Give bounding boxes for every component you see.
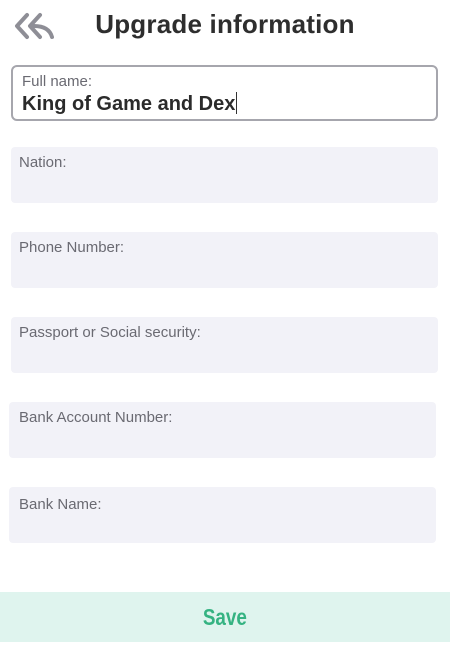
phone-number-label: Phone Number:: [19, 239, 125, 256]
passport-field[interactable]: Passport or Social security:: [11, 317, 438, 373]
phone-number-field[interactable]: Phone Number:: [11, 232, 438, 288]
bank-name-label: Bank Name:: [19, 496, 102, 513]
nation-field[interactable]: Nation:: [11, 147, 438, 203]
nation-label: Nation:: [19, 154, 67, 171]
full-name-value: King of Game and Dex: [22, 92, 238, 115]
passport-label: Passport or Social security:: [19, 324, 201, 341]
text-caret: [236, 92, 238, 114]
bank-account-number-field[interactable]: Bank Account Number:: [9, 402, 436, 458]
full-name-field[interactable]: Full name: King of Game and Dex: [11, 65, 438, 121]
bank-name-field[interactable]: Bank Name:: [9, 487, 436, 543]
header: Upgrade information: [0, 0, 450, 54]
save-button[interactable]: Save: [0, 592, 450, 642]
full-name-label: Full name:: [22, 73, 93, 90]
bank-account-number-label: Bank Account Number:: [19, 409, 173, 426]
page-title: Upgrade information: [95, 9, 355, 39]
save-label: Save: [202, 604, 248, 630]
